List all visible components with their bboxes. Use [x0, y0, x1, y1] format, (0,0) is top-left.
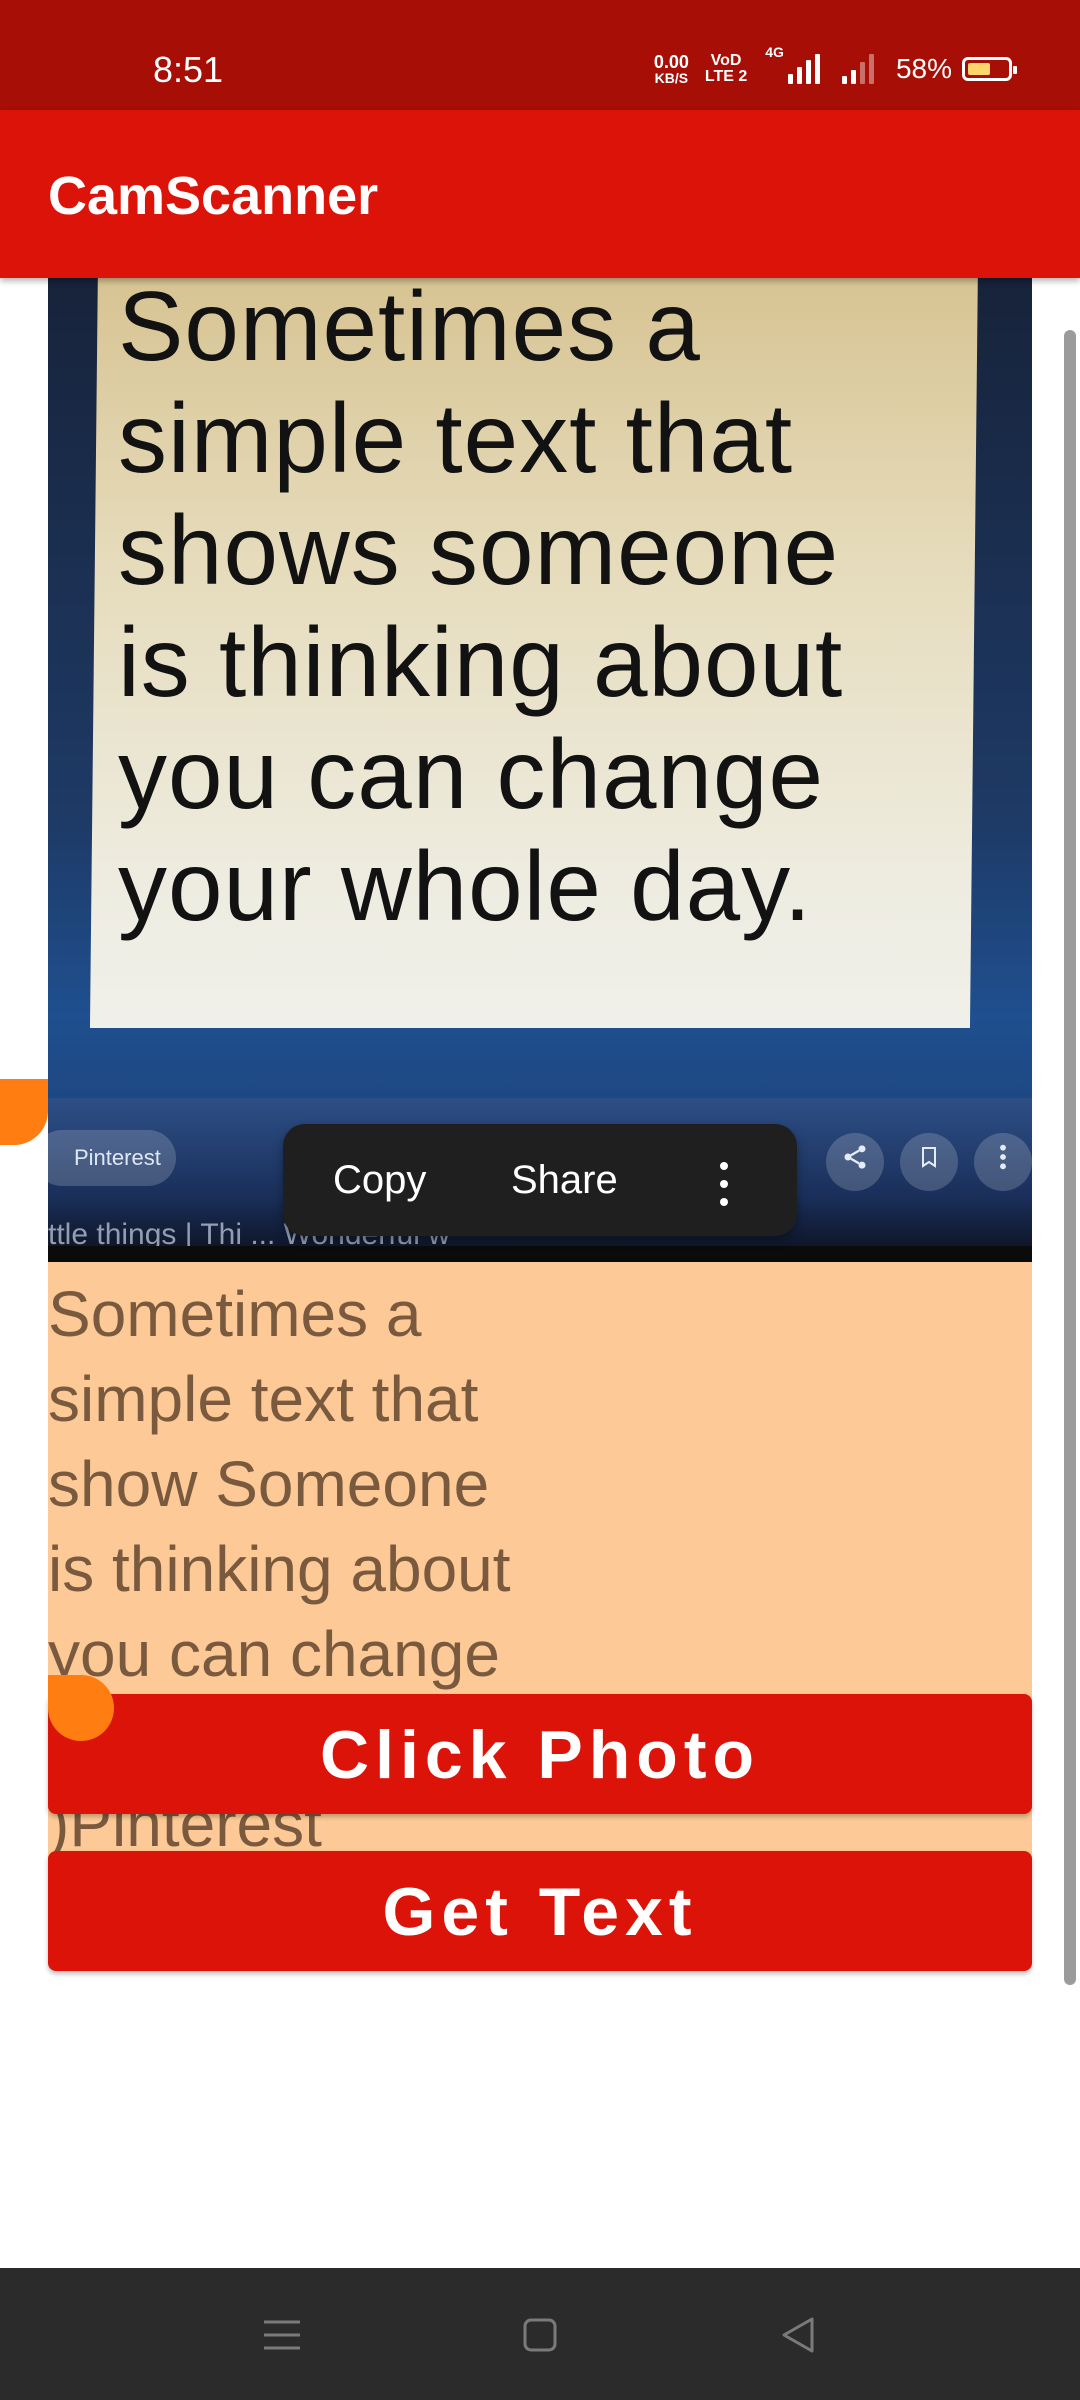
selection-end-handle[interactable] [48, 1675, 114, 1741]
bookmark-icon [900, 1133, 958, 1191]
volte-top: VoD [710, 52, 742, 69]
back-icon[interactable] [758, 2300, 838, 2370]
photo-text: Sometimes a simple text that shows someo… [118, 278, 844, 941]
text-selection-menu: Copy Share [283, 1124, 797, 1236]
share-button[interactable]: Share [511, 1124, 618, 1236]
volte-icon: VoD LTE 2 [705, 53, 747, 85]
status-icons: 0.00 KB/S VoD LTE 2 4G 58% [654, 44, 1017, 94]
more-vert-icon [974, 1133, 1032, 1191]
menu-icon[interactable] [242, 2300, 322, 2370]
get-text-button[interactable]: Get Text [48, 1851, 1032, 1971]
status-bar: 8:51 0.00 KB/S VoD LTE 2 4G 58% [0, 0, 1080, 110]
network-type: 4G [765, 44, 784, 60]
home-icon[interactable] [500, 2300, 580, 2370]
photo-bottom-strip [48, 1246, 1032, 1262]
battery-icon [962, 57, 1017, 81]
net-speed-unit: KB/S [654, 70, 689, 86]
pinterest-chip: Pinterest [48, 1130, 176, 1186]
app-title: CamScanner [48, 166, 379, 226]
app-bar: CamScanner [0, 110, 1080, 278]
net-speed-value: 0.00 [653, 52, 689, 72]
signal-icon [787, 54, 824, 84]
battery-percent: 58% [895, 53, 952, 84]
click-photo-button[interactable]: Click Photo [48, 1694, 1032, 1814]
status-time: 8:51 [153, 49, 224, 90]
net-speed: 0.00 KB/S [654, 53, 689, 85]
share-icon [826, 1133, 884, 1191]
signal-2-icon [841, 54, 878, 84]
more-options-icon[interactable] [719, 1162, 729, 1206]
volte-bottom: LTE 2 [704, 68, 748, 85]
system-nav-bar [0, 2268, 1080, 2400]
captured-photo: Sometimes a simple text that shows someo… [48, 278, 1032, 1262]
scrollbar[interactable] [1064, 330, 1076, 1985]
copy-button[interactable]: Copy [333, 1124, 426, 1236]
